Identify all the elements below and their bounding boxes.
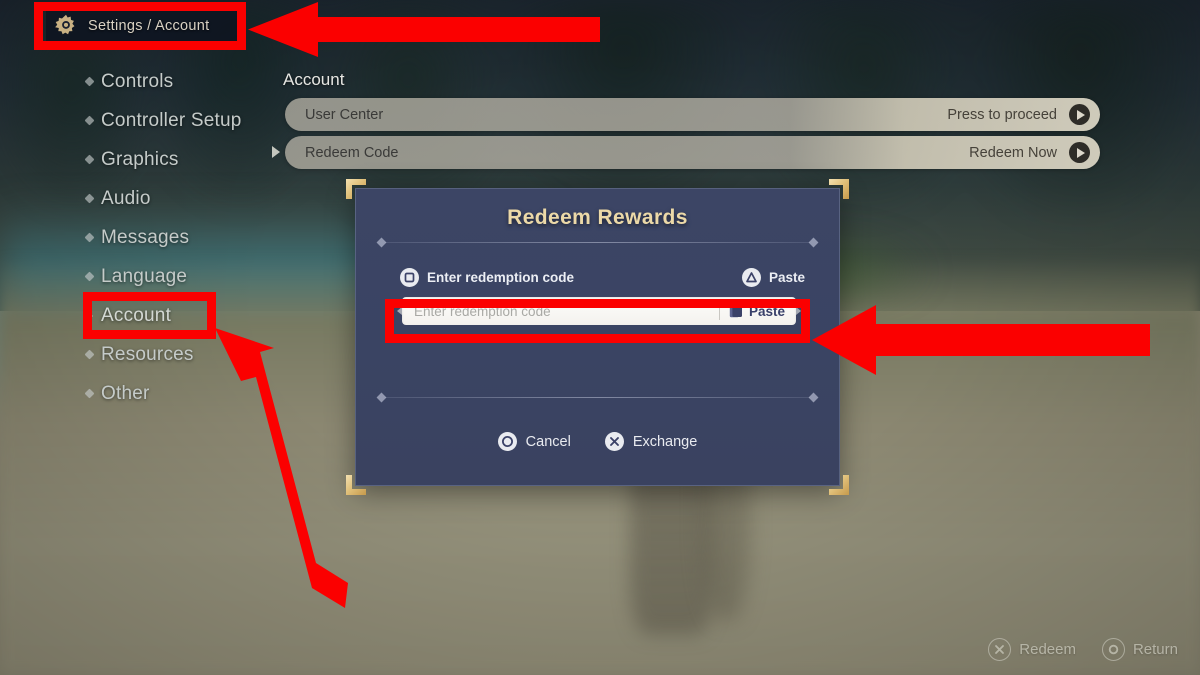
diamond-bullet-icon [84,193,95,204]
cancel-button[interactable]: Cancel [497,432,571,451]
page-title: Account [283,70,345,89]
diamond-bullet-icon [84,232,95,243]
sidebar-item-label: Messages [101,226,190,248]
dialog-actions: Cancel Exchange [356,432,839,451]
play-arrow-icon[interactable] [1069,142,1090,163]
game-settings-screen: Settings / Account Controls Controller S… [0,0,1200,675]
dialog-button-hints: Enter redemption code Paste [400,268,805,287]
footer-button-hints: Redeem Return [988,638,1178,661]
footer-hint-label: Redeem [1019,641,1076,658]
play-arrow-icon[interactable] [1069,104,1090,125]
settings-sidebar[interactable]: Controls Controller Setup Graphics Audio… [84,62,276,413]
diamond-bullet-icon [84,154,95,165]
option-label: User Center [305,106,384,123]
dialog-title: Redeem Rewards [507,206,688,229]
sidebar-item-label: Resources [101,343,194,365]
sidebar-item-messages[interactable]: Messages [84,218,276,257]
sidebar-item-graphics[interactable]: Graphics [84,140,276,179]
dialog-divider-top [376,237,819,248]
sidebar-item-audio[interactable]: Audio [84,179,276,218]
circle-button-icon [497,432,517,451]
diamond-ornament-icon [808,392,819,403]
diamond-bullet-icon [84,271,95,282]
hint-label: Paste [768,270,805,285]
diamond-ornament-icon [376,392,387,403]
row-selection-marker [272,146,280,158]
square-button-icon [400,268,419,287]
sidebar-item-controller-setup[interactable]: Controller Setup [84,101,276,140]
diamond-bullet-icon [84,115,95,126]
footer-hint-return[interactable]: Return [1101,638,1178,661]
hint-paste: Paste [741,268,805,287]
diamond-ornament-icon [808,237,819,248]
dialog-divider-bottom [376,392,819,403]
hint-enter-redemption-code: Enter redemption code [400,268,574,287]
corner-ornament-icon [346,475,366,495]
annotation-box-code-input [385,299,810,343]
annotation-box-settings-header [34,2,246,50]
option-value: Press to proceed [947,106,1057,123]
diamond-bullet-icon [84,349,95,360]
option-label: Redeem Code [305,144,399,161]
divider-line [385,242,810,243]
option-row-user-center[interactable]: User Center Press to proceed [285,98,1100,131]
corner-ornament-icon [829,179,849,199]
sidebar-item-label: Controls [101,70,174,92]
exchange-button-label: Exchange [632,433,698,450]
option-row-redeem-code[interactable]: Redeem Code Redeem Now [285,136,1100,169]
footer-hint-label: Return [1132,641,1178,658]
cross-button-icon [988,638,1012,661]
diamond-bullet-icon [84,388,95,399]
circle-button-icon [1101,638,1125,661]
footer-hint-redeem[interactable]: Redeem [988,638,1076,661]
exchange-button[interactable]: Exchange [604,432,698,451]
cross-button-icon [604,432,624,451]
sidebar-item-other[interactable]: Other [84,374,276,413]
sidebar-item-label: Audio [101,187,151,209]
cancel-button-label: Cancel [525,433,571,450]
triangle-button-icon [741,268,761,287]
diamond-bullet-icon [84,76,95,87]
sidebar-item-label: Controller Setup [101,109,242,131]
sidebar-item-resources[interactable]: Resources [84,335,276,374]
sidebar-item-label: Other [101,382,150,404]
annotation-box-account-item [83,292,216,339]
option-value: Redeem Now [969,144,1057,161]
sidebar-item-language[interactable]: Language [84,257,276,296]
corner-ornament-icon [829,475,849,495]
diamond-ornament-icon [376,237,387,248]
hint-label: Enter redemption code [427,270,575,285]
divider-line [385,397,810,398]
sidebar-item-controls[interactable]: Controls [84,62,276,101]
corner-ornament-icon [346,179,366,199]
sidebar-item-label: Graphics [101,148,179,170]
sidebar-item-label: Language [101,265,188,287]
